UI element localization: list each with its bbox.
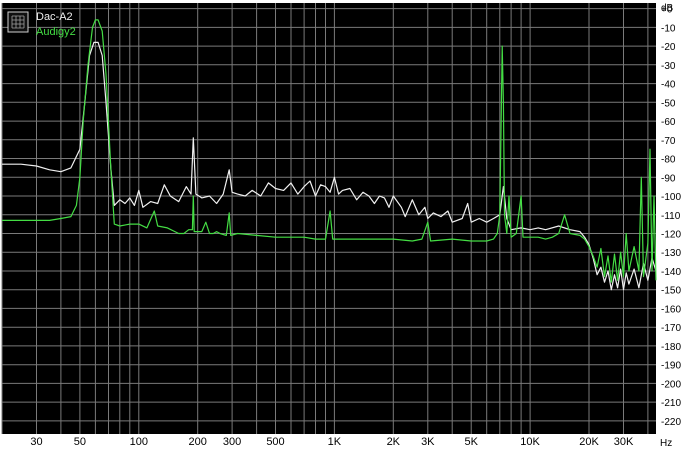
y-tick-label: -110: [661, 211, 681, 222]
y-tick-label: -160: [661, 304, 681, 315]
x-tick-label: 2K: [387, 436, 401, 448]
x-tick-label: 20K: [579, 436, 599, 448]
y-tick-label: -10: [661, 23, 676, 34]
y-tick-label: -180: [661, 342, 681, 353]
x-tick-label: 30: [30, 436, 42, 448]
y-tick-label: -130: [661, 248, 681, 259]
y-tick-label: -140: [661, 267, 681, 278]
y-tick-label: -120: [661, 230, 681, 241]
y-tick-label: -70: [661, 136, 676, 147]
spectrum-grid-icon: [7, 11, 29, 33]
y-tick-label: -60: [661, 117, 676, 128]
x-tick-label: 5K: [464, 436, 478, 448]
x-tick-label: 1K: [328, 436, 342, 448]
chart-frame: Dac-A2 Audigy2 30 50 100 200 300 500 1K 2K 3K 5K 1…: [0, 0, 687, 451]
y-tick-label: -210: [661, 398, 681, 409]
y-tick-label: -100: [661, 192, 681, 203]
y-unit-label: dB: [661, 3, 674, 14]
legend-label-audigy2: Audigy2: [36, 26, 76, 38]
x-axis-ticks: 30 50 100 200 300 500 1K 2K 3K 5K 10K 20K 30K: [30, 436, 634, 448]
y-tick-label: -150: [661, 286, 681, 297]
y-tick-label: -80: [661, 155, 676, 166]
x-tick-label: 300: [223, 436, 241, 448]
y-tick-label: -170: [661, 323, 681, 334]
x-tick-label: 3K: [421, 436, 435, 448]
legend-label-dac-a2: Dac-A2: [36, 11, 73, 23]
spectrum-chart: Dac-A2 Audigy2 30 50 100 200 300 500 1K 2K 3K 5K 1…: [1, 3, 681, 449]
y-tick-label: -200: [661, 379, 681, 390]
x-tick-label: 100: [130, 436, 148, 448]
x-tick-label: 30K: [614, 436, 634, 448]
y-tick-label: -220: [661, 417, 681, 428]
y-tick-label: -90: [661, 173, 676, 184]
x-tick-label: 200: [189, 436, 207, 448]
x-tick-label: 50: [74, 436, 86, 448]
x-tick-label: 10K: [520, 436, 540, 448]
y-tick-label: -30: [661, 61, 676, 72]
y-tick-label: -40: [661, 80, 676, 91]
y-axis-ticks: +0-10-20-30-40-50-60-70-80-90-100-110-12…: [661, 5, 681, 428]
y-tick-label: -50: [661, 98, 676, 109]
x-tick-label: 500: [266, 436, 284, 448]
y-tick-label: -20: [661, 42, 676, 53]
x-unit-label: Hz: [660, 438, 672, 449]
y-tick-label: -190: [661, 361, 681, 372]
